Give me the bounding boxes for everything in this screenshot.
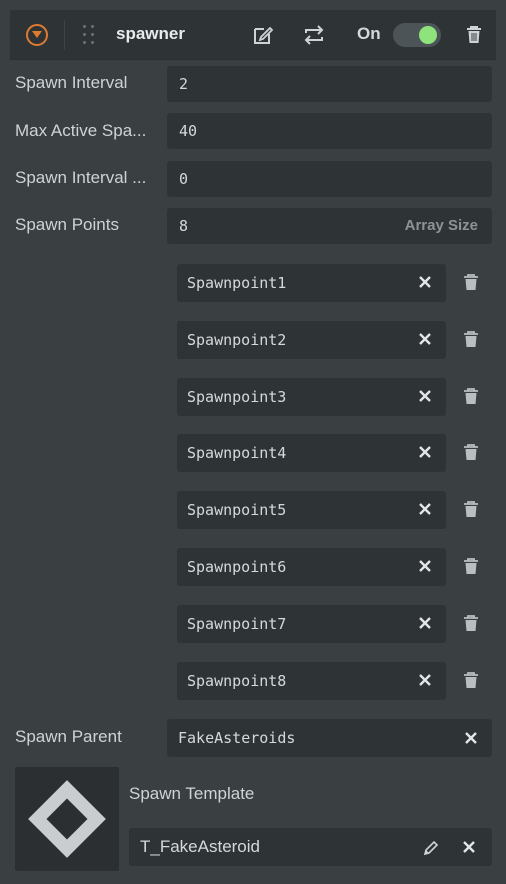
header-divider bbox=[64, 20, 65, 50]
remove-item-trash-icon[interactable] bbox=[462, 614, 480, 634]
clear-icon[interactable] bbox=[418, 389, 432, 403]
clear-icon[interactable] bbox=[418, 673, 432, 687]
clear-icon[interactable] bbox=[418, 445, 432, 459]
spawn-point-field[interactable]: Spawnpoint3 bbox=[177, 378, 446, 416]
remove-item-trash-icon[interactable] bbox=[462, 671, 480, 691]
spawn-point-field[interactable]: Spawnpoint8 bbox=[177, 662, 446, 700]
template-diamond-icon bbox=[28, 780, 106, 858]
spawn-parent-input[interactable]: FakeAsteroids bbox=[167, 719, 492, 757]
clear-icon[interactable] bbox=[418, 559, 432, 573]
spawn-parent-label: Spawn Parent bbox=[15, 727, 122, 746]
remove-item-trash-icon[interactable] bbox=[462, 557, 480, 577]
spawn-point-field[interactable]: Spawnpoint1 bbox=[177, 264, 446, 302]
clear-icon[interactable] bbox=[418, 275, 432, 289]
spawn-point-field[interactable]: Spawnpoint7 bbox=[177, 605, 446, 643]
spawn-template-label: Spawn Template bbox=[129, 784, 255, 803]
enabled-toggle[interactable] bbox=[393, 23, 441, 47]
spawn-interval-2-input[interactable]: 0 bbox=[167, 161, 492, 197]
spawn-point-value: Spawnpoint6 bbox=[187, 558, 287, 576]
spawn-parent-value: FakeAsteroids bbox=[178, 729, 296, 747]
spawn-point-value: Spawnpoint8 bbox=[187, 672, 287, 690]
remove-item-trash-icon[interactable] bbox=[462, 387, 480, 407]
max-active-input[interactable]: 40 bbox=[167, 113, 492, 149]
spawn-interval-label: Spawn Interval bbox=[15, 73, 128, 92]
spawn-point-value: Spawnpoint7 bbox=[187, 615, 287, 633]
spawn-point-field[interactable]: Spawnpoint6 bbox=[177, 548, 446, 586]
drag-grip-icon[interactable] bbox=[82, 24, 96, 46]
toggle-knob bbox=[419, 26, 437, 44]
trash-icon[interactable] bbox=[461, 22, 487, 48]
component-header: spawner On bbox=[10, 10, 496, 60]
edit-icon[interactable] bbox=[250, 22, 276, 48]
spawn-point-field[interactable]: Spawnpoint2 bbox=[177, 321, 446, 359]
clear-icon[interactable] bbox=[462, 840, 476, 854]
clear-icon[interactable] bbox=[418, 332, 432, 346]
swap-icon[interactable] bbox=[301, 22, 327, 48]
spawn-template-input[interactable]: T_FakeAsteroid bbox=[129, 828, 492, 866]
clear-icon[interactable] bbox=[464, 731, 478, 745]
spawn-point-value: Spawnpoint4 bbox=[187, 444, 287, 462]
spawn-point-value: Spawnpoint3 bbox=[187, 388, 287, 406]
spawn-interval-2-label: Spawn Interval ... bbox=[15, 168, 147, 187]
component-title: spawner bbox=[116, 24, 185, 43]
max-active-label: Max Active Spa... bbox=[15, 121, 147, 140]
remove-item-trash-icon[interactable] bbox=[462, 443, 480, 463]
spawn-point-value: Spawnpoint5 bbox=[187, 501, 287, 519]
pencil-icon[interactable] bbox=[422, 839, 440, 857]
spawn-point-value: Spawnpoint1 bbox=[187, 274, 287, 292]
spawn-points-label: Spawn Points bbox=[15, 215, 119, 234]
spawn-template-value: T_FakeAsteroid bbox=[140, 837, 260, 856]
collapse-icon[interactable] bbox=[26, 24, 48, 46]
array-size-value: 8 bbox=[179, 217, 189, 235]
spawn-point-field[interactable]: Spawnpoint4 bbox=[177, 434, 446, 472]
template-thumbnail[interactable] bbox=[15, 767, 119, 871]
spawn-point-value: Spawnpoint2 bbox=[187, 331, 287, 349]
array-size-hint: Array Size bbox=[404, 217, 478, 234]
toggle-label: On bbox=[357, 24, 381, 43]
clear-icon[interactable] bbox=[418, 502, 432, 516]
clear-icon[interactable] bbox=[418, 616, 432, 630]
spawn-interval-input[interactable]: 2 bbox=[167, 66, 492, 102]
remove-item-trash-icon[interactable] bbox=[462, 273, 480, 293]
remove-item-trash-icon[interactable] bbox=[462, 500, 480, 520]
array-size-input[interactable]: 8 Array Size bbox=[167, 208, 492, 244]
spawn-point-field[interactable]: Spawnpoint5 bbox=[177, 491, 446, 529]
remove-item-trash-icon[interactable] bbox=[462, 330, 480, 350]
